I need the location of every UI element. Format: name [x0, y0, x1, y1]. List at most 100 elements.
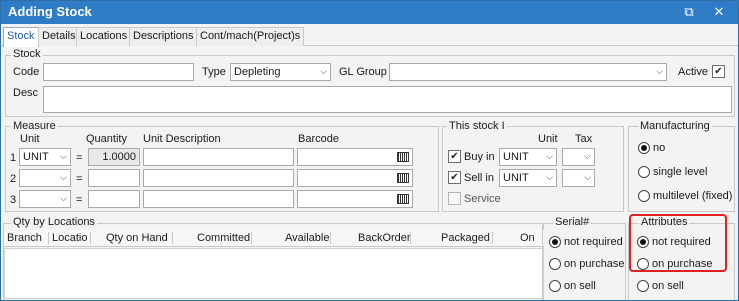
column-divider: [492, 232, 493, 244]
serial-on-sell-radio[interactable]: [549, 280, 561, 292]
service-label: Service: [464, 193, 501, 205]
equals-sign: =: [76, 152, 83, 164]
measure-barcode-input[interactable]: [297, 169, 413, 187]
manufacturing-no-radio[interactable]: [638, 142, 650, 154]
active-label: Active: [678, 66, 708, 78]
measure-group-label: Measure: [11, 120, 58, 132]
measure-unit-desc-input[interactable]: [143, 148, 294, 166]
column-divider: [90, 232, 91, 244]
column-divider: [48, 232, 49, 244]
gl-group-label: GL Group: [339, 66, 387, 78]
serial-on-purchase-label: on purchase: [564, 258, 625, 270]
serial-not-required-label: not required: [564, 236, 623, 248]
adding-stock-window: Adding Stock ⧉ ✕ Stock Details Locations…: [0, 0, 739, 301]
stock-group-label: Stock: [11, 48, 43, 60]
attributes-on-sell-radio[interactable]: [637, 280, 649, 292]
chevron-down-icon: ⌵: [584, 151, 591, 161]
manufacturing-multilevel-label: multilevel (fixed): [653, 190, 733, 202]
measure-unit-desc-input[interactable]: [143, 169, 294, 187]
column-header-location[interactable]: Locatio: [52, 232, 87, 244]
measure-quantity-input[interactable]: [88, 169, 140, 187]
measure-unit-header: Unit: [20, 133, 40, 145]
column-header-branch[interactable]: Branch: [7, 232, 42, 244]
serial-not-required-radio[interactable]: [549, 236, 561, 248]
sell-in-checkbox[interactable]: [448, 171, 461, 184]
type-select-value: Depleting: [234, 66, 281, 78]
measure-unit-value: UNIT: [23, 151, 49, 163]
column-divider: [330, 232, 331, 244]
barcode-icon[interactable]: [397, 194, 409, 204]
column-divider: [410, 232, 411, 244]
column-divider: [251, 232, 252, 244]
this-stock-unit-header: Unit: [538, 133, 558, 145]
close-icon[interactable]: ✕: [709, 3, 729, 21]
chevron-down-icon: ⌵: [320, 66, 327, 76]
measure-quantity-input[interactable]: [88, 190, 140, 208]
this-stock-tax-header: Tax: [575, 133, 593, 145]
measure-row-number: 3: [10, 194, 17, 206]
this-stock-group-label: This stock I: [447, 120, 507, 132]
code-input[interactable]: [43, 63, 194, 81]
measure-barcode-input[interactable]: [297, 190, 413, 208]
desc-label: Desc: [13, 87, 39, 99]
tab-locations[interactable]: Locations: [76, 27, 132, 46]
buy-in-label: Buy in: [464, 151, 495, 163]
measure-barcode-input[interactable]: [297, 148, 413, 166]
tab-cont-mach-projects[interactable]: Cont/mach(Project)s: [196, 27, 305, 46]
chevron-down-icon: ⌵: [60, 193, 67, 203]
column-header-packaged[interactable]: Packaged: [441, 232, 490, 244]
manufacturing-no-label: no: [653, 142, 666, 154]
sell-unit-value: UNIT: [503, 172, 529, 184]
sell-in-label: Sell in: [464, 172, 494, 184]
tab-descriptions[interactable]: Descriptions: [129, 27, 198, 46]
locations-grid-body[interactable]: [4, 248, 544, 299]
service-checkbox[interactable]: [448, 192, 461, 205]
manufacturing-single-radio[interactable]: [638, 166, 650, 178]
barcode-icon[interactable]: [397, 173, 409, 183]
desc-input[interactable]: [43, 86, 732, 113]
restore-icon[interactable]: ⧉: [679, 3, 699, 21]
chevron-down-icon: ⌵: [546, 172, 553, 182]
measure-barcode-header: Barcode: [298, 133, 339, 145]
chevron-down-icon: ⌵: [584, 172, 591, 182]
type-label: Type: [202, 66, 226, 78]
serial-group-label: Serial#: [553, 216, 592, 228]
measure-unit-desc-header: Unit Description: [143, 133, 221, 145]
equals-sign: =: [76, 173, 83, 185]
column-header-available[interactable]: Available: [285, 232, 329, 244]
chevron-down-icon: ⌵: [60, 172, 67, 182]
active-checkbox[interactable]: [712, 65, 725, 78]
chevron-down-icon: ⌵: [60, 151, 67, 161]
measure-unit-select[interactable]: UNIT ⌵: [19, 148, 71, 166]
buy-unit-select[interactable]: UNIT ⌵: [499, 148, 557, 166]
serial-on-purchase-radio[interactable]: [549, 258, 561, 270]
sell-unit-select[interactable]: UNIT ⌵: [499, 169, 557, 187]
code-label: Code: [13, 66, 40, 78]
manufacturing-multilevel-radio[interactable]: [638, 190, 650, 202]
measure-unit-select[interactable]: ⌵: [19, 190, 71, 208]
measure-quantity-header: Quantity: [86, 133, 127, 145]
buy-tax-select[interactable]: ⌵: [562, 148, 595, 166]
column-header-committed[interactable]: Committed: [197, 232, 250, 244]
attributes-on-sell-label: on sell: [652, 280, 684, 292]
column-header-backorder[interactable]: BackOrder: [358, 232, 411, 244]
serial-on-sell-label: on sell: [564, 280, 596, 292]
barcode-icon[interactable]: [397, 152, 409, 162]
attributes-highlight-box: [629, 214, 727, 272]
tab-stock[interactable]: Stock: [3, 27, 39, 47]
gl-group-select[interactable]: ⌵: [389, 63, 667, 81]
measure-unit-select[interactable]: ⌵: [19, 169, 71, 187]
measure-quantity-input[interactable]: 1.0000: [88, 148, 140, 166]
title-bar: Adding Stock ⧉ ✕: [1, 1, 738, 24]
buy-in-checkbox[interactable]: [448, 150, 461, 163]
sell-tax-select[interactable]: ⌵: [562, 169, 595, 187]
buy-unit-value: UNIT: [503, 151, 529, 163]
type-select[interactable]: Depleting ⌵: [230, 63, 331, 81]
column-header-qty-on-hand[interactable]: Qty on Hand: [106, 232, 168, 244]
column-header-on[interactable]: On: [520, 232, 535, 244]
measure-unit-desc-input[interactable]: [143, 190, 294, 208]
measure-row-number: 1: [10, 152, 17, 164]
manufacturing-group-label: Manufacturing: [638, 120, 712, 132]
tab-details[interactable]: Details: [38, 27, 80, 46]
measure-row-number: 2: [10, 173, 17, 185]
